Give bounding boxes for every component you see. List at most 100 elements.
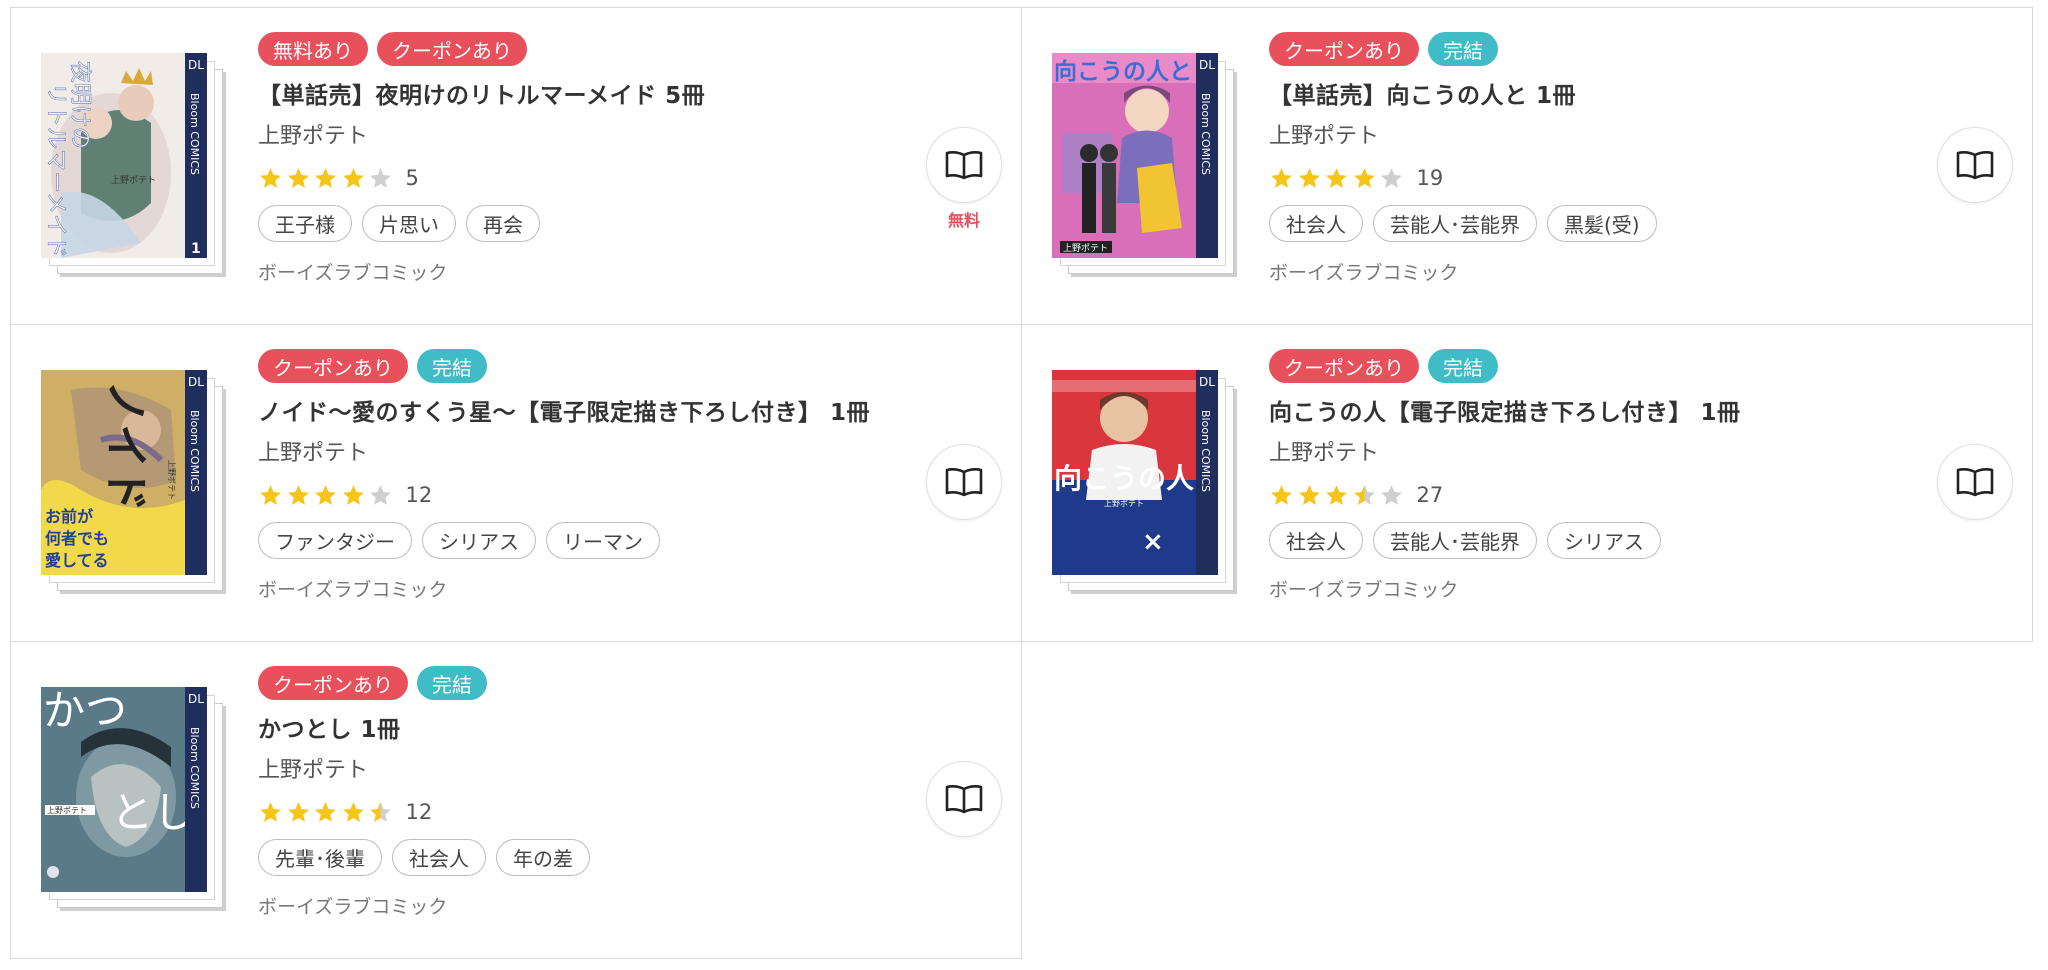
- book-title[interactable]: 【単話売】向こうの人と 1冊: [1269, 76, 1909, 110]
- genre-tag[interactable]: 社会人: [392, 839, 486, 876]
- star-icon: [287, 167, 309, 188]
- genre-tag[interactable]: 王子様: [258, 205, 352, 242]
- star-icon: [1298, 484, 1320, 505]
- book-author[interactable]: 上野ポテト: [1269, 118, 1909, 150]
- star-icon: [315, 801, 336, 822]
- genre-tag[interactable]: 社会人: [1269, 205, 1363, 242]
- promo-badge: 無料あり: [258, 32, 368, 66]
- cover-logo: DL: [188, 58, 204, 72]
- book-card[interactable]: DL Bloom COMICS 1 夜明けの リトルマーメイド 上野ポテト 無料…: [10, 7, 1022, 325]
- cover-author: 上野ポテト: [1063, 243, 1108, 254]
- book-cover[interactable]: ノイド お前が 何者でも 愛してる 上野ポテト DL Bloom COMICS: [41, 370, 241, 600]
- publisher-label[interactable]: ボーイズラブコミック: [258, 892, 898, 919]
- tag-list: ファンタジー シリアス リーマン: [258, 522, 898, 559]
- genre-tag[interactable]: 片思い: [362, 205, 456, 242]
- book-card[interactable]: ノイド お前が 何者でも 愛してる 上野ポテト DL Bloom COMICS …: [10, 324, 1022, 642]
- cover-logo: DL: [188, 692, 204, 706]
- genre-tag[interactable]: 先輩･後輩: [258, 839, 382, 876]
- read-button[interactable]: [1937, 444, 2013, 520]
- svg-text:×: ×: [1142, 527, 1164, 557]
- cover-image[interactable]: かつ とし 上野ポテト DL Bloom COMICS: [41, 687, 207, 892]
- genre-tag[interactable]: 再会: [466, 205, 540, 242]
- free-read-label: 無料: [947, 211, 980, 230]
- book-title[interactable]: ノイド〜愛のすくう星〜【電子限定描き下ろし付き】 1冊: [258, 393, 898, 427]
- cover-image[interactable]: ノイド お前が 何者でも 愛してる 上野ポテト DL Bloom COMICS: [41, 370, 207, 575]
- genre-tag[interactable]: シリアス: [1547, 522, 1661, 559]
- read-button[interactable]: [926, 127, 1002, 203]
- star-icon: [370, 484, 391, 505]
- star-icon: [260, 167, 281, 188]
- rating-count: 12: [405, 483, 433, 507]
- book-author[interactable]: 上野ポテト: [1269, 435, 1909, 467]
- cover-image[interactable]: 上野ポテト DL Bloom COMICS 向こうの人と: [1052, 53, 1218, 258]
- cover-image[interactable]: 向こうの人 上野ポテト × DL Bloom COMICS: [1052, 370, 1218, 575]
- star-icon: [1326, 484, 1347, 505]
- genre-tag[interactable]: 芸能人･芸能界: [1373, 522, 1537, 559]
- cover-spine-text: Bloom COMICS: [1199, 93, 1212, 175]
- read-button[interactable]: [1937, 127, 2013, 203]
- publisher-label[interactable]: ボーイズラブコミック: [1269, 258, 1909, 285]
- book-cover[interactable]: かつ とし 上野ポテト DL Bloom COMICS: [41, 687, 241, 917]
- book-icon: [945, 785, 983, 814]
- rating-row: 27: [1269, 481, 1909, 509]
- star-icon: [287, 801, 309, 822]
- star-icon: [287, 484, 309, 505]
- book-cover[interactable]: DL Bloom COMICS 1 夜明けの リトルマーメイド 上野ポテト: [41, 53, 241, 283]
- cover-image[interactable]: DL Bloom COMICS 1 夜明けの リトルマーメイド 上野ポテト: [41, 53, 207, 258]
- rating-count: 12: [405, 800, 433, 824]
- book-card[interactable]: かつ とし 上野ポテト DL Bloom COMICS クーポンあり 完結 かつと…: [10, 641, 1022, 959]
- genre-tag[interactable]: ファンタジー: [258, 522, 412, 559]
- genre-tag[interactable]: 黒髪(受): [1547, 205, 1657, 242]
- book-title[interactable]: 【単話売】夜明けのリトルマーメイド 5冊: [258, 76, 898, 110]
- book-cover[interactable]: 向こうの人 上野ポテト × DL Bloom COMICS: [1052, 370, 1252, 600]
- cover-title-line: ノイド: [100, 380, 151, 512]
- book-title[interactable]: 向こうの人【電子限定描き下ろし付き】 1冊: [1269, 393, 1909, 427]
- star-icon: [370, 801, 391, 822]
- book-card[interactable]: 上野ポテト DL Bloom COMICS 向こうの人と クーポンあり 完結 【単…: [1021, 7, 2033, 325]
- cover-spine-text: Bloom COMICS: [188, 727, 201, 809]
- genre-tag[interactable]: 年の差: [496, 839, 590, 876]
- badge-row: クーポンあり 完結: [258, 349, 898, 383]
- cover-author: 上野ポテト: [1104, 499, 1144, 508]
- star-icon: [260, 801, 281, 822]
- read-button[interactable]: [926, 761, 1002, 837]
- cover-logo: DL: [188, 375, 204, 389]
- star-icon: [342, 484, 364, 505]
- genre-tag[interactable]: リーマン: [546, 522, 660, 559]
- book-info: クーポンあり 完結 【単話売】向こうの人と 1冊 上野ポテト 19 社会人 芸能人･…: [1269, 32, 1909, 285]
- star-icon: [260, 484, 281, 505]
- promo-badge: クーポンあり: [1269, 349, 1419, 383]
- star-icon: [342, 801, 364, 822]
- genre-tag[interactable]: 芸能人･芸能界: [1373, 205, 1537, 242]
- book-cover[interactable]: 上野ポテト DL Bloom COMICS 向こうの人と: [1052, 53, 1252, 283]
- book-author[interactable]: 上野ポテト: [258, 435, 898, 467]
- completed-badge: 完結: [1428, 349, 1498, 383]
- book-author[interactable]: 上野ポテト: [258, 752, 898, 784]
- book-icon: [945, 468, 983, 497]
- star-icon: [370, 167, 391, 188]
- book-card[interactable]: 向こうの人 上野ポテト × DL Bloom COMICS クーポンあり 完結 向…: [1021, 324, 2033, 642]
- cover-author: 上野ポテト: [47, 806, 87, 815]
- promo-badge: クーポンあり: [258, 349, 408, 383]
- rating-count: 5: [405, 166, 419, 190]
- star-icon: [1298, 167, 1320, 188]
- star-icon: [315, 484, 336, 505]
- completed-badge: 完結: [1428, 32, 1498, 66]
- genre-tag[interactable]: シリアス: [422, 522, 536, 559]
- cover-volume: 1: [191, 241, 201, 257]
- book-author[interactable]: 上野ポテト: [258, 118, 898, 150]
- book-title[interactable]: かつとし 1冊: [258, 710, 898, 744]
- cover-title-line: 向こうの人: [1054, 462, 1194, 495]
- star-icon: [1381, 167, 1402, 188]
- publisher-label[interactable]: ボーイズラブコミック: [1269, 575, 1909, 602]
- tag-list: 先輩･後輩 社会人 年の差: [258, 839, 898, 876]
- badge-row: クーポンあり 完結: [1269, 32, 1909, 66]
- genre-tag[interactable]: 社会人: [1269, 522, 1363, 559]
- book-info: クーポンあり 完結 向こうの人【電子限定描き下ろし付き】 1冊 上野ポテト 27 …: [1269, 349, 1909, 602]
- cover-spine-text: Bloom COMICS: [1199, 410, 1212, 492]
- publisher-label[interactable]: ボーイズラブコミック: [258, 258, 898, 285]
- read-button[interactable]: [926, 444, 1002, 520]
- completed-badge: 完結: [417, 666, 487, 700]
- publisher-label[interactable]: ボーイズラブコミック: [258, 575, 898, 602]
- book-info: クーポンあり 完結 ノイド〜愛のすくう星〜【電子限定描き下ろし付き】 1冊 上野ポ…: [258, 349, 898, 602]
